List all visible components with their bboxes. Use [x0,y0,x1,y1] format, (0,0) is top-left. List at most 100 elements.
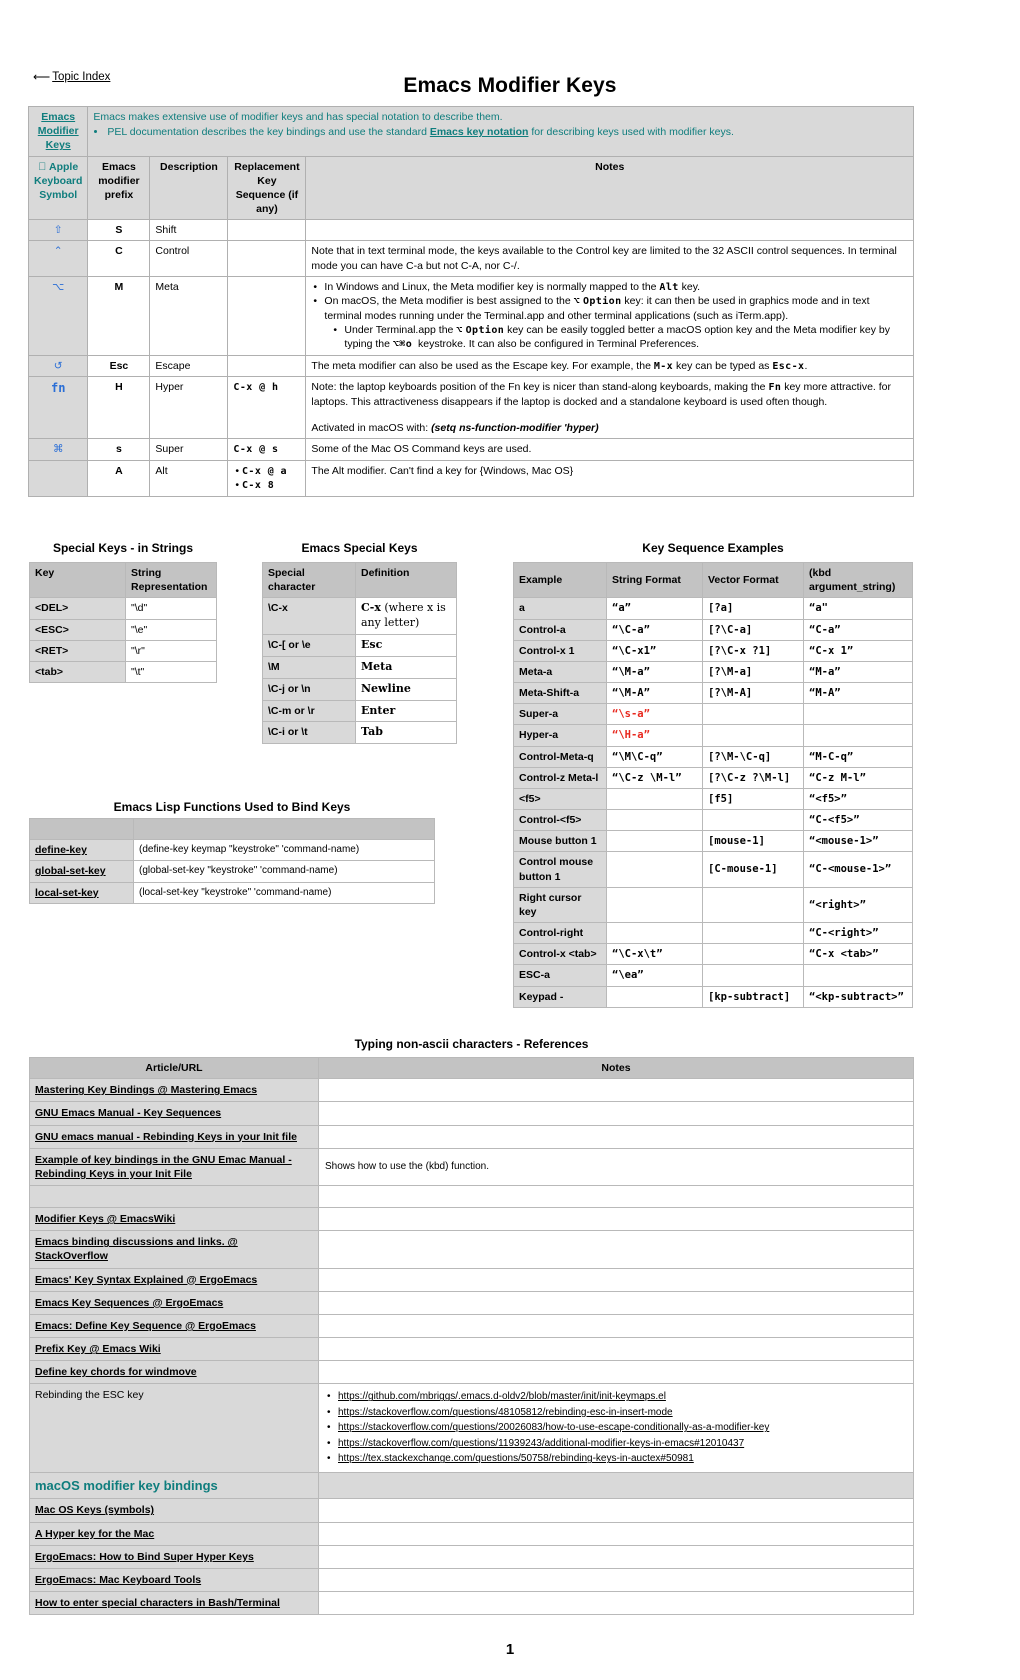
reference-link[interactable]: Example of key bindings in the GNU Emac … [35,1154,292,1180]
reference-link[interactable]: ErgoEmacs: Mac Keyboard Tools [35,1574,201,1586]
reference-link[interactable]: ErgoEmacs: How to Bind Super Hyper Keys [35,1551,254,1563]
reference-link[interactable]: Mastering Key Bindings @ Mastering Emacs [35,1084,257,1096]
table-row: \M Meta [262,655,457,679]
header-kbd-argument: (kbd argument_string) [803,561,913,599]
notes-bullet: In Windows and Linux, the Meta modifier … [313,280,908,295]
article-cell: ErgoEmacs: Mac Keyboard Tools [29,1567,319,1593]
header-prefix: Emacs modifier prefix [87,155,151,221]
command-key-icon: ⌘ [27,438,89,461]
notes-cell [318,1360,914,1385]
emacs-key-notation-link[interactable]: Emacs key notation [430,126,529,138]
reference-link[interactable]: Emacs' Key Syntax Explained @ ErgoEmacs [35,1274,257,1286]
notes-cell [318,1185,914,1209]
emacs-special-keys-table: Special character Definition \C-x C-x (w… [262,561,457,745]
table-row [29,1185,914,1209]
example-cell: Control-Meta-q [513,745,607,768]
reference-link[interactable]: How to enter special characters in Bash/… [35,1597,280,1609]
reference-link[interactable]: GNU Emacs Manual - Key Sequences [35,1107,221,1119]
local-set-key-link[interactable]: local-set-key [35,887,99,899]
global-set-key-link[interactable]: global-set-key [35,865,106,877]
vector-format-cell: [?\M-a] [702,660,804,684]
header-vector-format: Vector Format [702,561,804,599]
external-link[interactable]: https://stackoverflow.com/questions/4810… [338,1407,673,1418]
example-cell: Control mouse button 1 [513,851,607,888]
vector-format-cell [702,964,804,987]
document-page: ⟵ Topic Index Emacs Modifier Keys Emacs M… [0,0,1020,1680]
reference-link[interactable]: Emacs Key Sequences @ ErgoEmacs [35,1297,223,1309]
table-row: \C-m or \r Enter [262,699,457,723]
article-cell: Define key chords for windmove [29,1360,319,1385]
table-row: Meta-Shift-a “\M-A” [?\M-A] “M-A” [513,682,913,705]
fn-code: Fn [768,382,782,394]
article-cell: Emacs binding discussions and links. @ S… [29,1230,319,1269]
reference-link[interactable]: Emacs: Define Key Sequence @ ErgoEmacs [35,1320,256,1332]
reference-link[interactable]: Modifier Keys @ EmacsWiki [35,1213,175,1225]
string-format-cell: “\C-z \M-l” [606,766,703,789]
row-description: Alt [149,459,229,497]
string-format-cell [606,830,703,853]
option-symbol-icon: ⌥ [456,324,463,336]
reference-link[interactable]: Prefix Key @ Emacs Wiki [35,1343,161,1355]
banner-title-link[interactable]: Emacs Modifier Keys [38,111,79,151]
header-apple-symbol:  Apple Keyboard Symbol [27,155,89,221]
notes-bullet: On macOS, the Meta modifier is best assi… [313,294,908,352]
table-row: \C-x C-x (where x is any letter) [262,597,457,636]
external-link[interactable]: https://stackoverflow.com/questions/2002… [338,1422,769,1433]
reference-link[interactable]: GNU emacs manual - Rebinding Keys in you… [35,1131,297,1143]
table-row: Modifier Keys @ EmacsWiki [29,1207,914,1232]
string-format-cell: “\ea” [606,964,703,987]
notes-cell [318,1471,914,1500]
string-cell: "\t" [125,660,217,684]
reference-link[interactable]: Emacs binding discussions and links. @ S… [35,1236,238,1262]
reference-link[interactable]: A Hyper key for the Mac [35,1528,154,1540]
table-row: Define key chords for windmove [29,1360,914,1385]
list-item: https://github.com/mbriggs/.emacs.d-oldv… [327,1389,907,1405]
table-row: Hyper-a “\H-a” [513,724,913,747]
article-cell: Emacs' Key Syntax Explained @ ErgoEmacs [29,1267,319,1292]
kbd-cell: “<mouse-1>” [803,830,913,853]
kbd-cell: “a" [803,597,913,620]
kbd-cell: “C-a” [803,618,913,641]
example-cell: Keypad - [513,985,607,1008]
key-sequence-examples-title: Key Sequence Examples [642,541,784,555]
external-link[interactable]: https://github.com/mbriggs/.emacs.d-oldv… [338,1391,666,1402]
vector-format-cell: [f5] [702,787,804,811]
row-prefix: A [87,459,151,497]
header-notes: Notes [318,1056,914,1080]
replacement-item: • C-x 8 [235,479,275,492]
list-item: https://stackoverflow.com/questions/1193… [327,1436,907,1452]
external-link[interactable]: https://stackoverflow.com/questions/1193… [338,1438,744,1449]
table-row: <f5> [f5] “<f5>” [513,787,913,811]
article-cell: Mac OS Keys (symbols) [29,1498,319,1523]
string-format-cell: “a” [606,597,703,620]
example-cell: Control-x 1 [513,639,607,662]
example-cell: Meta-a [513,660,607,684]
vector-format-cell: [?\M-A] [702,682,804,705]
string-format-cell: “\C-x\t” [606,943,703,966]
reference-link[interactable]: Mac OS Keys (symbols) [35,1504,154,1516]
no-symbol [27,459,89,497]
special-keys-strings-table: Key String Representation <DEL> "\d" <ES… [29,561,217,684]
banner-title-cell: Emacs Modifier Keys [27,106,89,157]
table-row: ErgoEmacs: Mac Keyboard Tools [29,1567,914,1593]
kbd-cell: “<right>” [803,886,913,924]
article-cell [29,1185,319,1209]
reference-link[interactable]: Define key chords for windmove [35,1366,197,1378]
table-header-row:  Apple Keyboard Symbol Emacs modifier p… [27,155,914,221]
meta-x-code: M-x [653,360,674,372]
table-header-row: Key String Representation [29,561,217,599]
kbd-cell: “M-A” [803,682,913,705]
example-cell: Control-right [513,922,607,945]
list-item: https://tex.stackexchange.com/questions/… [327,1451,907,1467]
table-row: Emacs: Define Key Sequence @ ErgoEmacs [29,1313,914,1339]
external-link[interactable]: https://tex.stackexchange.com/questions/… [338,1453,694,1464]
example-cell: Control-z Meta-l [513,766,607,789]
table-banner-row: Emacs Modifier Keys Emacs makes extensiv… [27,106,914,157]
row-description: Control [149,240,229,277]
vector-format-cell [702,724,804,747]
escape-key-icon: ↺ [27,354,89,378]
define-key-link[interactable]: define-key [35,844,87,856]
row-prefix: H [87,376,151,440]
vector-format-cell [702,943,804,966]
notes-subbullets: Under Terminal.app the ⌥ Option key can … [324,323,908,352]
